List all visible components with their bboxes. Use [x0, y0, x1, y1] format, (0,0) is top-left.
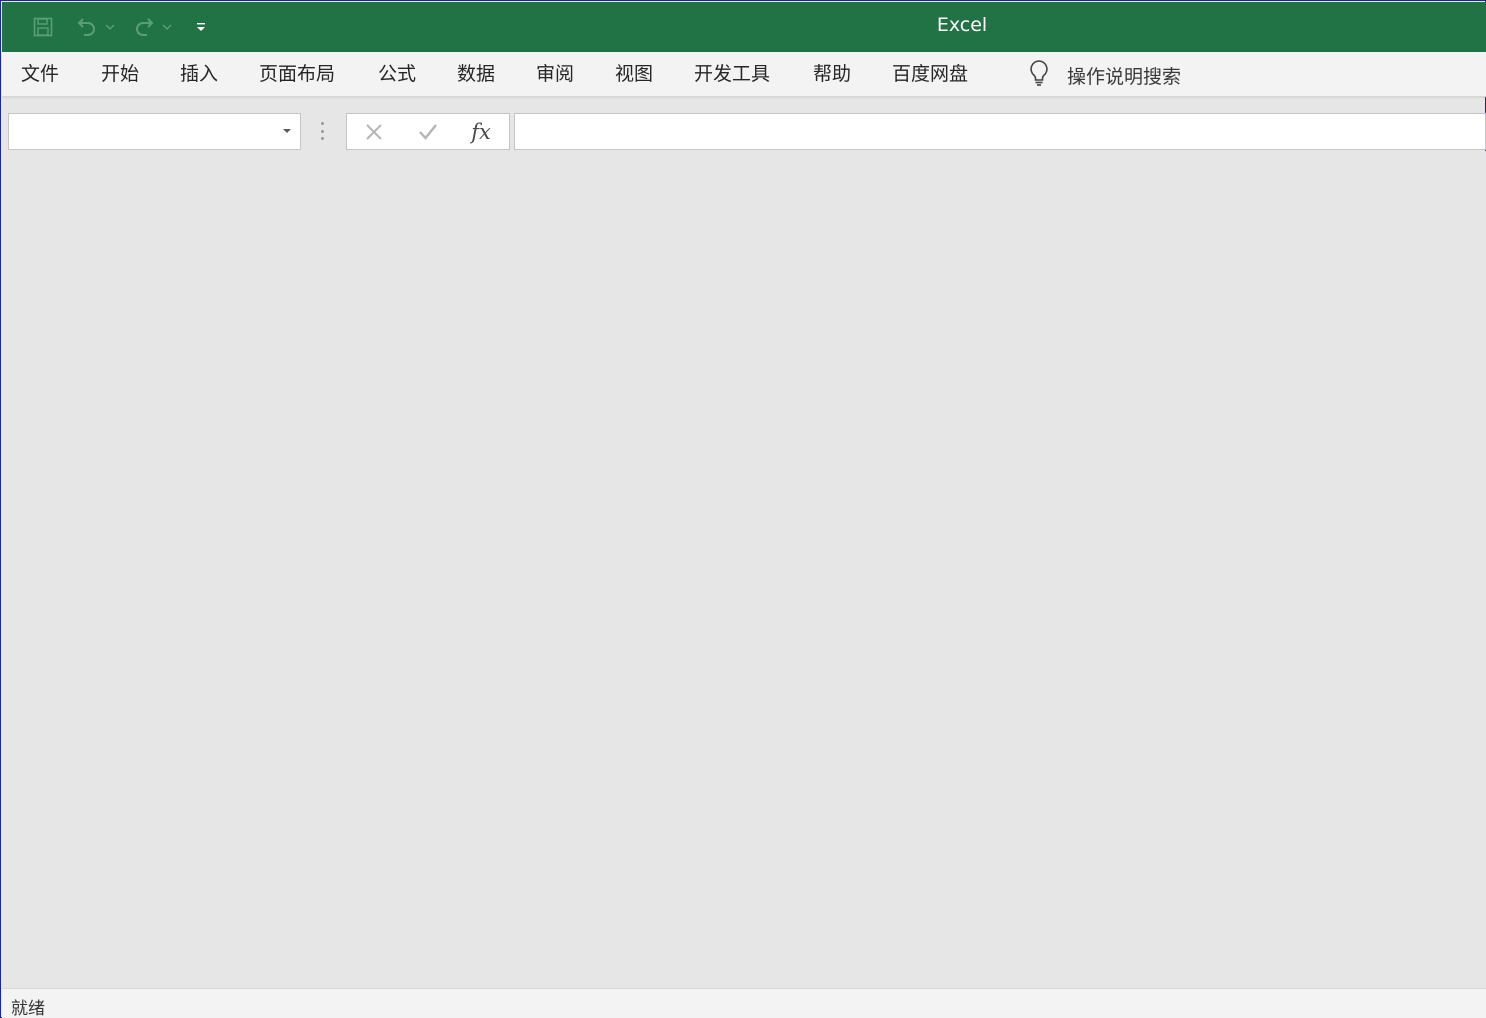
tab-insert[interactable]: 插入 [180, 61, 218, 87]
formula-buttons: fx [346, 113, 510, 150]
tab-baidu-netdisk[interactable]: 百度网盘 [892, 61, 968, 87]
formula-bar-grip[interactable] [320, 122, 324, 140]
formula-input[interactable] [514, 113, 1486, 150]
customize-qat-icon[interactable] [192, 12, 210, 42]
workbook-area [2, 151, 1486, 988]
status-text: 就绪 [11, 999, 45, 1018]
fx-label: fx [471, 120, 491, 144]
tab-formulas[interactable]: 公式 [378, 61, 416, 87]
redo-icon[interactable] [129, 12, 159, 42]
title-bar: Excel [2, 2, 1486, 52]
lightbulb-icon [1028, 59, 1050, 91]
status-bar: 就绪 [2, 988, 1486, 1018]
tab-data[interactable]: 数据 [457, 61, 495, 87]
redo-dropdown-icon[interactable] [160, 12, 174, 42]
excel-window: Excel 文件 开始 插入 页面布局 公式 数据 审阅 视图 开发工具 帮助 … [0, 0, 1486, 1018]
save-icon[interactable] [30, 12, 56, 42]
tab-view[interactable]: 视图 [615, 61, 653, 87]
tab-file[interactable]: 文件 [21, 61, 59, 87]
tell-me-search[interactable]: 操作说明搜索 [1028, 60, 1181, 90]
undo-dropdown-icon[interactable] [103, 12, 117, 42]
window-title: Excel [936, 14, 988, 36]
name-box[interactable] [8, 113, 301, 150]
tab-review[interactable]: 审阅 [536, 61, 574, 87]
tell-me-label: 操作说明搜索 [1067, 65, 1182, 88]
insert-function-button[interactable]: fx [468, 119, 494, 145]
tab-home[interactable]: 开始 [101, 61, 139, 87]
tab-help[interactable]: 帮助 [813, 61, 851, 87]
undo-icon[interactable] [72, 12, 102, 42]
cancel-icon[interactable] [361, 119, 387, 145]
tab-developer[interactable]: 开发工具 [694, 61, 770, 87]
tab-page-layout[interactable]: 页面布局 [259, 61, 335, 87]
enter-check-icon[interactable] [415, 119, 441, 145]
name-box-dropdown-icon[interactable] [283, 129, 291, 133]
ribbon-tabs: 文件 开始 插入 页面布局 公式 数据 审阅 视图 开发工具 帮助 百度网盘 操… [2, 52, 1486, 97]
